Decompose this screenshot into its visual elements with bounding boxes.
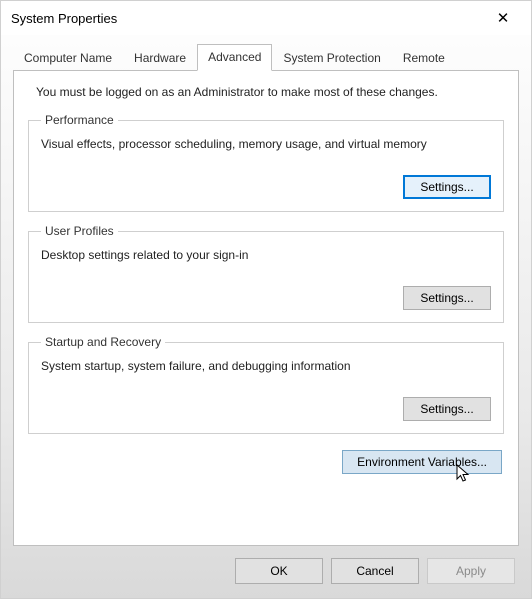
window-title: System Properties [11,11,117,26]
user-profiles-desc: Desktop settings related to your sign-in [41,248,491,262]
user-profiles-legend: User Profiles [41,224,118,238]
performance-legend: Performance [41,113,118,127]
performance-desc: Visual effects, processor scheduling, me… [41,137,491,151]
env-vars-row: Environment Variables... [28,450,504,474]
performance-button-row: Settings... [41,175,491,199]
tab-strip: Computer Name Hardware Advanced System P… [1,35,531,70]
startup-recovery-group: Startup and Recovery System startup, sys… [28,335,504,434]
tab-hardware[interactable]: Hardware [123,45,197,71]
startup-recovery-legend: Startup and Recovery [41,335,165,349]
close-button[interactable]: ✕ [481,4,525,32]
tab-system-protection[interactable]: System Protection [272,45,391,71]
performance-group: Performance Visual effects, processor sc… [28,113,504,212]
close-icon: ✕ [497,9,510,27]
user-profiles-group: User Profiles Desktop settings related t… [28,224,504,323]
apply-button[interactable]: Apply [427,558,515,584]
ok-button[interactable]: OK [235,558,323,584]
performance-settings-button[interactable]: Settings... [403,175,491,199]
startup-recovery-settings-button[interactable]: Settings... [403,397,491,421]
startup-recovery-desc: System startup, system failure, and debu… [41,359,491,373]
dialog-button-row: OK Cancel Apply [1,546,531,598]
system-properties-window: System Properties ✕ Computer Name Hardwa… [0,0,532,599]
titlebar: System Properties ✕ [1,1,531,35]
user-profiles-button-row: Settings... [41,286,491,310]
cancel-button[interactable]: Cancel [331,558,419,584]
tab-remote[interactable]: Remote [392,45,456,71]
tab-advanced[interactable]: Advanced [197,44,272,71]
user-profiles-settings-button[interactable]: Settings... [403,286,491,310]
advanced-panel: You must be logged on as an Administrato… [13,70,519,546]
tab-computer-name[interactable]: Computer Name [13,45,123,71]
startup-recovery-button-row: Settings... [41,397,491,421]
admin-notice: You must be logged on as an Administrato… [28,83,504,101]
environment-variables-button[interactable]: Environment Variables... [342,450,502,474]
